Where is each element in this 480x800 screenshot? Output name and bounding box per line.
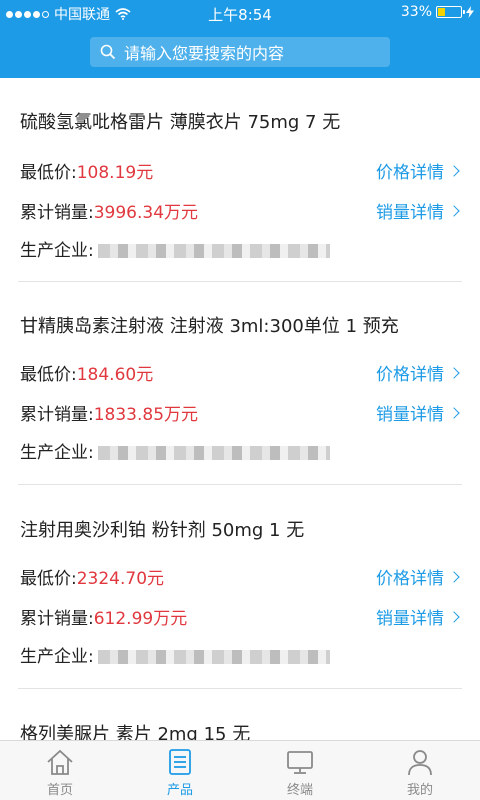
- battery-percent: 33%: [400, 4, 432, 20]
- divider: [18, 484, 462, 485]
- price-detail-label: 价格详情: [376, 163, 444, 183]
- sales-detail-link[interactable]: 销量详情: [376, 400, 460, 425]
- price-detail-link[interactable]: 价格详情: [376, 360, 460, 385]
- price-detail-label: 价格详情: [376, 365, 444, 385]
- sales-detail-link[interactable]: 销量详情: [376, 198, 460, 223]
- manufacturer-row: 生产企业:: [20, 642, 330, 667]
- header: 中国联通 上午8:54 33% 请输入您要搜索的内容: [0, 0, 480, 78]
- product-title: 甘精胰岛素注射液 注射液 3ml:300单位 1 预充: [20, 316, 399, 337]
- divider: [18, 688, 462, 689]
- manufacturer-label: 生产企业:: [20, 647, 94, 667]
- manufacturer-label: 生产企业:: [20, 443, 94, 463]
- chevron-right-icon: [448, 164, 460, 177]
- lowest-price-row: 最低价:184.60元: [20, 360, 153, 385]
- tab-label: 我的: [406, 783, 433, 798]
- total-sales-label: 累计销量:: [20, 405, 94, 425]
- price-detail-link[interactable]: 价格详情: [376, 564, 460, 589]
- list-icon: [169, 749, 191, 775]
- lowest-price-label: 最低价:: [20, 163, 77, 183]
- sales-detail-link[interactable]: 销量详情: [376, 604, 460, 629]
- divider: [18, 281, 462, 282]
- price-detail-label: 价格详情: [376, 569, 444, 589]
- sales-detail-label: 销量详情: [376, 405, 444, 425]
- home-icon: [47, 749, 73, 775]
- sales-detail-label: 销量详情: [376, 609, 444, 629]
- chevron-right-icon: [448, 204, 460, 217]
- manufacturer-label: 生产企业:: [20, 241, 94, 261]
- tab-label: 终端: [286, 783, 313, 798]
- chevron-right-icon: [448, 406, 460, 419]
- product-title: 硫酸氢氯吡格雷片 薄膜衣片 75mg 7 无: [20, 112, 341, 133]
- manufacturer-redacted: [97, 244, 330, 258]
- battery-icon: [436, 6, 465, 18]
- chevron-right-icon: [448, 366, 460, 379]
- lowest-price-label: 最低价:: [20, 569, 77, 589]
- total-sales-row: 累计销量:3996.34万元: [20, 198, 198, 223]
- search-icon: [100, 44, 116, 60]
- lowest-price-value: 2324.70元: [76, 569, 165, 589]
- lowest-price-label: 最低价:: [20, 365, 77, 385]
- total-sales-row: 累计销量:1833.85万元: [20, 400, 198, 425]
- total-sales-value: 612.99万元: [93, 609, 188, 629]
- charging-icon: [466, 6, 474, 18]
- total-sales-row: 累计销量:612.99万元: [20, 604, 187, 629]
- tab-mine[interactable]: 我的: [360, 741, 480, 800]
- lowest-price-value: 184.60元: [76, 365, 154, 385]
- user-icon: [408, 750, 432, 776]
- manufacturer-row: 生产企业:: [20, 438, 330, 463]
- monitor-icon: [287, 751, 313, 774]
- lowest-price-value: 108.19元: [76, 163, 154, 183]
- total-sales-label: 累计销量:: [20, 203, 94, 223]
- tab-products[interactable]: 产品: [120, 741, 240, 800]
- chevron-right-icon: [448, 610, 460, 623]
- search-bar[interactable]: 请输入您要搜索的内容: [90, 37, 390, 67]
- product-title: 注射用奥沙利铂 粉针剂 50mg 1 无: [20, 520, 305, 541]
- status-bar: 中国联通 上午8:54 33%: [0, 0, 480, 24]
- tab-bar: 首页 产品 终端 我的: [0, 740, 480, 800]
- price-detail-link[interactable]: 价格详情: [376, 158, 460, 183]
- tab-label: 产品: [166, 783, 193, 798]
- chevron-right-icon: [448, 570, 460, 583]
- sales-detail-label: 销量详情: [376, 203, 444, 223]
- total-sales-label: 累计销量:: [20, 609, 94, 629]
- tab-home[interactable]: 首页: [0, 741, 120, 800]
- lowest-price-row: 最低价:2324.70元: [20, 564, 164, 589]
- tab-terminal[interactable]: 终端: [240, 741, 360, 800]
- manufacturer-row: 生产企业:: [20, 236, 330, 261]
- product-title: 格列美脲片 素片 2mg 15 无: [20, 724, 251, 740]
- lowest-price-row: 最低价:108.19元: [20, 158, 153, 183]
- total-sales-value: 1833.85万元: [93, 405, 199, 425]
- tab-label: 首页: [46, 783, 73, 798]
- manufacturer-redacted: [97, 650, 330, 664]
- product-list[interactable]: 硫酸氢氯吡格雷片 薄膜衣片 75mg 7 无 最低价:108.19元 价格详情 …: [0, 78, 480, 740]
- total-sales-value: 3996.34万元: [93, 203, 199, 223]
- search-placeholder: 请输入您要搜索的内容: [124, 44, 285, 63]
- manufacturer-redacted: [97, 446, 330, 460]
